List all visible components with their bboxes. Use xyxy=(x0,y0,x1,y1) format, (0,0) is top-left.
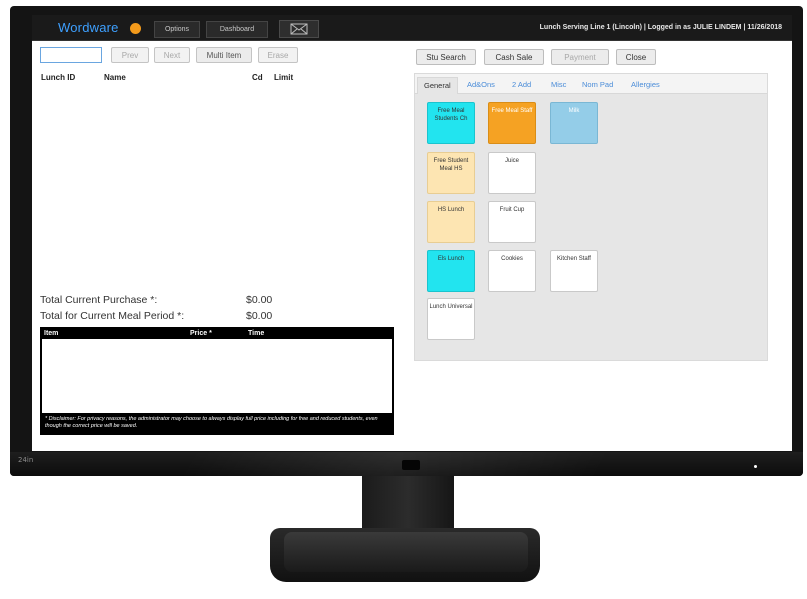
app-logo: Wordware xyxy=(58,20,119,35)
tile-free-meal-staff[interactable]: Free Meal Staff xyxy=(488,102,536,144)
close-button[interactable]: Close xyxy=(616,49,656,65)
tab-strip: General Ad&Ons 2 Add Misc Nom Pad Allerg… xyxy=(415,74,767,94)
bezel-label: 24in xyxy=(18,456,34,464)
nav-dashboard[interactable]: Dashboard xyxy=(206,21,268,38)
meal-period-label: Total for Current Meal Period *: xyxy=(40,310,185,322)
current-purchase-label: Total Current Purchase *: xyxy=(40,294,158,306)
next-button[interactable]: Next xyxy=(154,47,190,63)
multi-item-button[interactable]: Multi Item xyxy=(196,47,252,63)
col-cd: Cd xyxy=(252,73,263,82)
power-indicator-icon xyxy=(754,465,757,468)
col-lunch-id: Lunch ID xyxy=(41,73,76,82)
tile-els-lunch[interactable]: Els Lunch xyxy=(427,250,475,292)
tab-general[interactable]: General xyxy=(417,77,458,94)
item-col-price: Price * xyxy=(190,330,212,337)
tile-fruit-cup[interactable]: Fruit Cup xyxy=(488,201,536,243)
col-limit: Limit xyxy=(274,73,294,82)
item-table: Item Price * Time * Disclaimer: For priv… xyxy=(40,327,394,435)
tile-lunch-universal[interactable]: Lunch Universal xyxy=(427,298,475,340)
mail-button[interactable] xyxy=(279,20,319,38)
lunch-id-input[interactable] xyxy=(40,47,102,63)
tab-addons[interactable]: Ad&Ons xyxy=(467,80,495,89)
mail-icon xyxy=(290,23,308,35)
stu-search-button[interactable]: Stu Search xyxy=(416,49,476,65)
tile-hs-lunch[interactable]: HS Lunch xyxy=(427,201,475,243)
cash-sale-button[interactable]: Cash Sale xyxy=(484,49,544,65)
app-header: Wordware Options Dashboard Lunch Serving… xyxy=(32,15,792,41)
tile-free-student-meal-hs[interactable]: Free Student Meal HS xyxy=(427,152,475,194)
tile-kitchen-staff[interactable]: Kitchen Staff xyxy=(550,250,598,292)
meal-period-value: $0.00 xyxy=(246,310,273,322)
monitor-stand-neck xyxy=(362,476,454,536)
tile-cookies[interactable]: Cookies xyxy=(488,250,536,292)
item-col-item: Item xyxy=(44,330,59,337)
item-tab-panel: General Ad&Ons 2 Add Misc Nom Pad Allerg… xyxy=(414,73,768,361)
monitor: Wordware Options Dashboard Lunch Serving… xyxy=(10,6,803,476)
tab-nom-pad[interactable]: Nom Pad xyxy=(582,80,613,89)
tile-free-meal-students[interactable]: Free Meal Students Ch xyxy=(427,102,475,144)
col-name: Name xyxy=(104,73,126,82)
monitor-bezel: 24in xyxy=(10,452,803,476)
session-info: Lunch Serving Line 1 (Lincoln) | Logged … xyxy=(539,24,782,31)
tab-misc[interactable]: Misc xyxy=(551,80,566,89)
screen: Wordware Options Dashboard Lunch Serving… xyxy=(32,15,792,451)
logo-badge-icon xyxy=(130,23,141,34)
tab-2-add[interactable]: 2 Add xyxy=(512,80,531,89)
privacy-disclaimer: * Disclaimer: For privacy reasons, the a… xyxy=(42,413,392,433)
prev-button[interactable]: Prev xyxy=(111,47,149,63)
tab-allergies[interactable]: Allergies xyxy=(631,80,660,89)
tile-milk[interactable]: Milk xyxy=(550,102,598,144)
item-col-time: Time xyxy=(248,330,265,337)
erase-button[interactable]: Erase xyxy=(258,47,298,63)
current-purchase-value: $0.00 xyxy=(246,294,273,306)
tile-juice[interactable]: Juice xyxy=(488,152,536,194)
payment-button[interactable]: Payment xyxy=(551,49,609,65)
item-table-header: Item Price * Time xyxy=(42,329,392,339)
nav-options[interactable]: Options xyxy=(154,21,200,38)
webcam-icon xyxy=(402,460,420,470)
